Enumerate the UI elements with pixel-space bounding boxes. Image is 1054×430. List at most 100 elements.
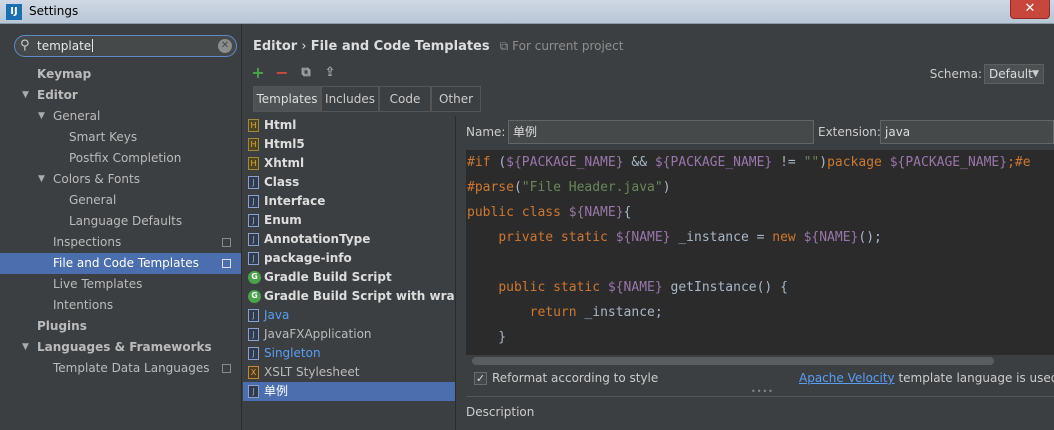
expand-arrow-icon[interactable]: ▼ xyxy=(38,106,45,127)
template-name: Interface xyxy=(264,194,326,208)
tree-item-general[interactable]: General xyxy=(0,190,241,211)
code-token: package xyxy=(827,155,890,170)
remove-template-button[interactable]: − xyxy=(273,64,291,82)
scope-label: For current project xyxy=(512,39,624,53)
java-file-icon: J xyxy=(248,195,259,208)
reformat-checkbox[interactable]: ✓ xyxy=(474,372,487,385)
tree-item-general[interactable]: ▼ General xyxy=(0,106,241,127)
search-input[interactable]: template xyxy=(37,39,94,53)
tree-item-editor[interactable]: ▼ Editor xyxy=(0,85,241,106)
tab-includes[interactable]: Includes xyxy=(321,86,379,112)
tree-item-language-defaults[interactable]: Language Defaults xyxy=(0,211,241,232)
code-token: ${NAME} xyxy=(607,280,663,295)
window-title: Settings xyxy=(29,4,79,18)
tree-item-intentions[interactable]: Intentions xyxy=(0,295,241,316)
name-field[interactable]: 单例 xyxy=(508,120,814,144)
add-template-button[interactable]: + xyxy=(249,64,267,82)
code-token: #parse xyxy=(467,180,514,195)
template-list-item[interactable]: G Gradle Build Script xyxy=(243,268,455,287)
code-line: } xyxy=(466,325,1054,350)
code-token: getInstance() { xyxy=(662,280,788,295)
code-line: #if (${PACKAGE_NAME} && ${PACKAGE_NAME} … xyxy=(466,150,1054,175)
schema-dropdown[interactable]: Default ▼ xyxy=(984,64,1044,84)
tree-item-postfix-completion[interactable]: Postfix Completion xyxy=(0,148,241,169)
extension-field[interactable]: java xyxy=(880,120,1054,144)
code-token: public static xyxy=(498,280,608,295)
templates-list: H Html H Html5 H Xhtml J Class J Interface J Enum J A… xyxy=(243,116,456,430)
description-label: Description xyxy=(466,405,535,419)
velocity-note: Apache Velocity template language is use… xyxy=(799,371,1054,385)
breadcrumb: Editor › File and Code Templates ⧉ For c… xyxy=(253,39,623,54)
copy-template-button[interactable]: ⧉ xyxy=(297,64,315,82)
template-list-item[interactable]: J 单例 xyxy=(243,382,455,401)
reformat-label: Reformat according to style xyxy=(492,371,659,385)
tab-other[interactable]: Other xyxy=(431,86,481,112)
apache-velocity-link[interactable]: Apache Velocity xyxy=(799,371,895,385)
tree-item-label: General xyxy=(69,193,117,207)
html-file-icon: H xyxy=(248,157,259,170)
settings-search[interactable]: ⚲ template ✕ xyxy=(14,35,237,57)
splitter-grip-icon[interactable]: •••• xyxy=(751,387,774,396)
project-scope-icon xyxy=(222,238,231,247)
template-list-item[interactable]: J Class xyxy=(243,173,455,192)
tree-item-label: File and Code Templates xyxy=(53,256,199,270)
tree-item-label: Colors & Fonts xyxy=(53,172,140,186)
code-token: } xyxy=(467,330,507,345)
tree-item-colors-fonts[interactable]: ▼ Colors & Fonts xyxy=(0,169,241,190)
expand-arrow-icon[interactable]: ▼ xyxy=(22,337,29,358)
tree-item-keymap[interactable]: Keymap xyxy=(0,64,241,85)
template-list-item[interactable]: J AnnotationType xyxy=(243,230,455,249)
tab-code[interactable]: Code xyxy=(379,86,431,112)
template-name: package-info xyxy=(264,251,352,265)
settings-tree: Keymap ▼ Editor ▼ General Smart Keys Postfix C… xyxy=(0,64,241,379)
template-list-item[interactable]: X XSLT Stylesheet xyxy=(243,363,455,382)
template-list-item[interactable]: J Enum xyxy=(243,211,455,230)
expand-arrow-icon[interactable]: ▼ xyxy=(22,85,29,106)
template-list-item[interactable]: J Java xyxy=(243,306,455,325)
tree-item-label: Postfix Completion xyxy=(69,151,182,165)
template-list-item[interactable]: J Singleton xyxy=(243,344,455,363)
template-name: Html5 xyxy=(264,137,305,151)
tab-templates[interactable]: Templates xyxy=(253,86,321,112)
breadcrumb-file-templates: File and Code Templates xyxy=(310,39,490,54)
template-code-editor[interactable]: #if (${PACKAGE_NAME} && ${PACKAGE_NAME} … xyxy=(466,150,1054,355)
template-list-item[interactable]: Jpackage-info xyxy=(243,249,455,268)
tree-item-label: Template Data Languages xyxy=(53,361,210,375)
template-name: AnnotationType xyxy=(264,232,371,246)
code-token: != xyxy=(772,155,804,170)
tree-item-label: Languages & Frameworks xyxy=(37,340,212,354)
code-horizontal-scrollbar[interactable] xyxy=(466,355,1054,367)
tree-item-label: Inspections xyxy=(53,235,122,249)
tree-item-inspections[interactable]: Inspections xyxy=(0,232,241,253)
tree-item-plugins[interactable]: Plugins xyxy=(0,316,241,337)
template-list-item[interactable]: H Html xyxy=(243,116,455,135)
export-template-button[interactable]: ⇪ xyxy=(321,64,339,82)
html-file-icon: H xyxy=(248,138,259,151)
template-list-item[interactable]: H Html5 xyxy=(243,135,455,154)
tree-item-live-templates[interactable]: Live Templates xyxy=(0,274,241,295)
code-token: ) xyxy=(662,180,671,195)
code-line: #parse("File Header.java") xyxy=(466,175,1054,200)
title-bar: IJ Settings ✕ xyxy=(0,0,1054,24)
code-token: ${NAME} xyxy=(568,205,624,220)
tree-item-smart-keys[interactable]: Smart Keys xyxy=(0,127,241,148)
template-list-item[interactable]: J Interface xyxy=(243,192,455,211)
tree-item-languages-frameworks[interactable]: ▼ Languages & Frameworks xyxy=(0,337,241,358)
close-button[interactable]: ✕ xyxy=(1010,0,1050,19)
breadcrumb-editor: Editor xyxy=(253,39,298,54)
java-file-icon: J xyxy=(248,252,259,265)
template-name: Class xyxy=(264,175,300,189)
tree-item-template-data-languages[interactable]: Template Data Languages xyxy=(0,358,241,379)
name-label: Name: xyxy=(466,125,506,139)
java-file-icon: J xyxy=(248,347,259,360)
tree-item-file-and-code-templates[interactable]: File and Code Templates xyxy=(0,253,241,274)
code-token: (); xyxy=(858,230,882,245)
template-list-item[interactable]: GGradle Build Script with wrappe xyxy=(243,287,455,306)
tree-item-label: Keymap xyxy=(37,67,92,81)
expand-arrow-icon[interactable]: ▼ xyxy=(38,169,45,190)
template-list-item[interactable]: H Xhtml xyxy=(243,154,455,173)
template-list-item[interactable]: J JavaFXApplication xyxy=(243,325,455,344)
clear-search-icon[interactable]: ✕ xyxy=(218,39,232,53)
scrollbar-thumb[interactable] xyxy=(472,357,994,365)
